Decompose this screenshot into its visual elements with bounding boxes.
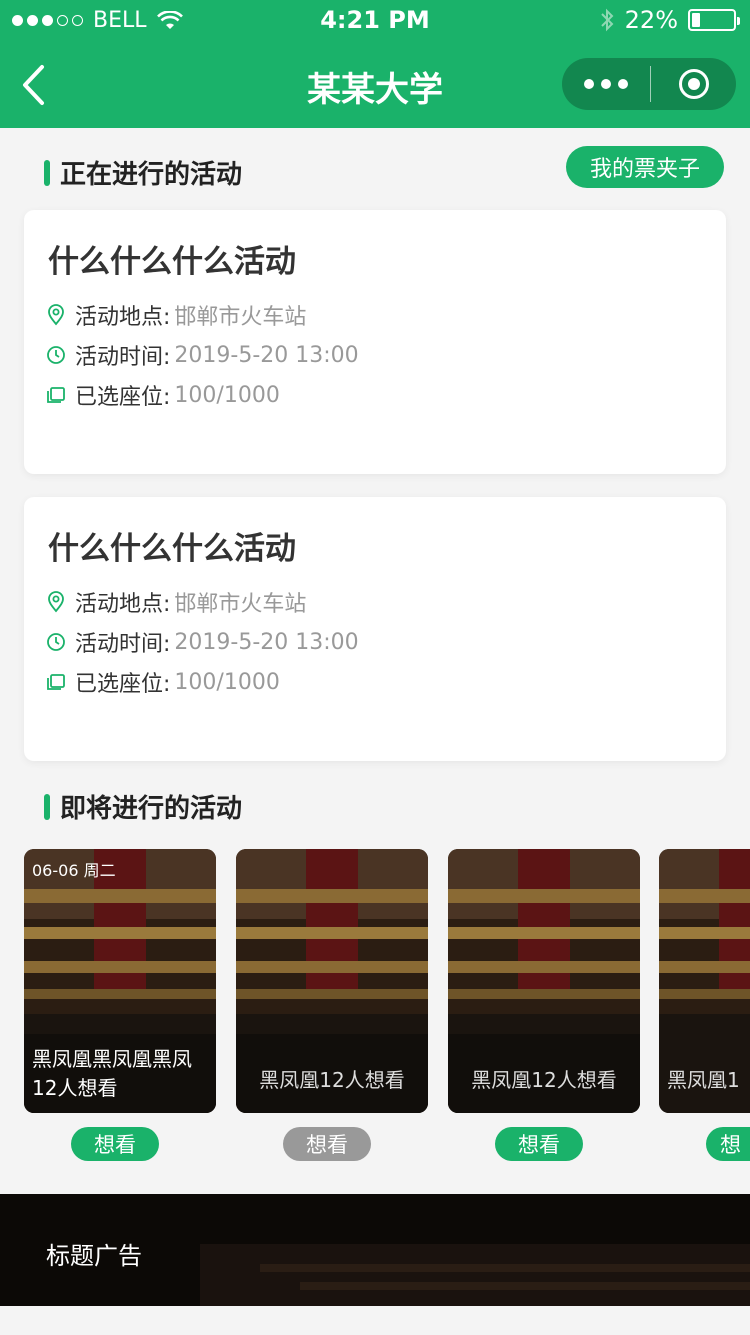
seat-icon	[46, 671, 66, 693]
want-to-see-button[interactable]: 想看	[71, 1127, 159, 1161]
event-caption: 黑凤凰黑凤凰黑凤 12人想看	[32, 1045, 208, 1103]
more-dot-icon	[618, 79, 628, 89]
event-poster[interactable]: 黑凤凰12人想看	[448, 849, 640, 1113]
location-label: 活动地点:	[75, 592, 171, 617]
time-label: 活动时间:	[75, 345, 171, 370]
location-value: 邯郸市火车站	[174, 305, 307, 330]
activity-card[interactable]: 什么什么什么活动 活动地点: 邯郸市火车站 活动时间: 2019-5-20 13…	[24, 497, 726, 761]
event-poster[interactable]: 06-06 周二 黑凤凰黑凤凰黑凤 12人想看	[24, 849, 216, 1113]
seat-icon	[46, 384, 66, 406]
want-to-see-button[interactable]: 想看	[283, 1127, 371, 1161]
time-value: 2019-5-20 13:00	[174, 342, 359, 368]
section-accent-bar	[44, 793, 50, 820]
status-right: 22%	[599, 6, 740, 34]
upcoming-title-text: 即将进行的活动	[60, 794, 243, 824]
capsule-menu	[562, 58, 736, 110]
activity-card[interactable]: 什么什么什么活动 活动地点: 邯郸市火车站 活动时间: 2019-5-20 13…	[24, 210, 726, 474]
event-caption: 黑凤凰1	[667, 1068, 740, 1092]
clock-icon	[46, 344, 66, 366]
ad-banner[interactable]: 标题广告	[0, 1194, 750, 1306]
want-to-see-button[interactable]: 想看	[495, 1127, 583, 1161]
ongoing-section-title: 正在进行的活动	[44, 154, 242, 191]
time-row: 活动时间: 2019-5-20 13:00	[46, 626, 359, 658]
event-poster[interactable]: 黑凤凰1	[659, 849, 750, 1113]
time-row: 活动时间: 2019-5-20 13:00	[46, 339, 359, 371]
event-date: 06-06 周二	[32, 861, 116, 880]
ad-title: 标题广告	[46, 1242, 142, 1270]
activity-title: 什么什么什么活动	[48, 531, 296, 567]
clock-icon	[46, 631, 66, 653]
want-to-see-button[interactable]: 想	[706, 1127, 750, 1161]
status-bar: BELL 4:21 PM 22%	[0, 0, 750, 40]
target-icon	[678, 69, 709, 99]
time-label: 活动时间:	[75, 632, 171, 657]
seats-label: 已选座位:	[75, 385, 171, 410]
my-tickets-button[interactable]: 我的票夹子	[566, 146, 724, 188]
event-caption: 黑凤凰12人想看	[471, 1068, 617, 1092]
event-interest-count: 12人想看	[32, 1076, 118, 1100]
location-pin-icon	[46, 591, 66, 613]
close-miniprogram-button[interactable]	[651, 58, 736, 110]
time-value: 2019-5-20 13:00	[174, 629, 359, 655]
event-poster[interactable]: 黑凤凰12人想看	[236, 849, 428, 1113]
seats-value: 100/1000	[174, 669, 280, 695]
location-label: 活动地点:	[75, 305, 171, 330]
activity-title: 什么什么什么活动	[48, 244, 296, 280]
section-accent-bar	[44, 159, 50, 186]
battery-percent: 22%	[624, 6, 678, 34]
more-dot-icon	[584, 79, 594, 89]
seats-row: 已选座位: 100/1000	[46, 666, 280, 698]
ongoing-title-text: 正在进行的活动	[60, 160, 243, 190]
seats-label: 已选座位:	[75, 672, 171, 697]
more-dot-icon	[601, 79, 611, 89]
seats-value: 100/1000	[174, 382, 280, 408]
event-name: 黑凤凰黑凤凰黑凤	[32, 1047, 192, 1071]
bluetooth-icon	[600, 8, 614, 32]
more-button[interactable]	[562, 58, 650, 110]
location-pin-icon	[46, 304, 66, 326]
location-value: 邯郸市火车站	[174, 592, 307, 617]
header: BELL 4:21 PM 22% 某某大学	[0, 0, 750, 128]
location-row: 活动地点: 邯郸市火车站	[46, 299, 306, 331]
location-row: 活动地点: 邯郸市火车站	[46, 586, 306, 618]
event-caption: 黑凤凰12人想看	[259, 1068, 405, 1092]
seats-row: 已选座位: 100/1000	[46, 379, 280, 411]
upcoming-section-title: 即将进行的活动	[44, 788, 242, 825]
battery-icon	[688, 9, 740, 31]
